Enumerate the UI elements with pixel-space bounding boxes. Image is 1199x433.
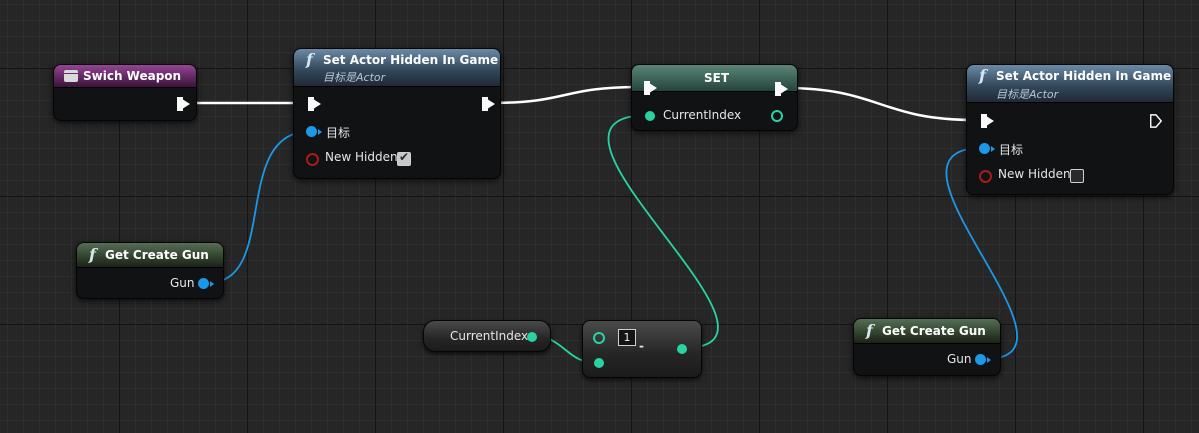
exec-in-pin[interactable] (644, 81, 657, 95)
subtract-output-pin[interactable] (677, 344, 687, 354)
set-actor-hidden-node-1[interactable]: f Set Actor Hidden In Game 目标是Actor 目标 N… (293, 48, 501, 179)
node-title: SET (704, 71, 730, 85)
target-pin[interactable] (979, 143, 995, 154)
switch-weapon-event-node[interactable]: Swich Weapon (53, 64, 197, 121)
new-hidden-label: New Hidden (998, 167, 1071, 181)
currentindex-get-node[interactable]: CurrentIndex (423, 320, 551, 352)
subtract-operator: - (639, 339, 644, 353)
set-currentindex-node[interactable]: SET CurrentIndex (631, 64, 798, 131)
function-icon: f (866, 321, 873, 340)
subtract-a-value[interactable]: 1 (618, 329, 636, 346)
node-title: Swich Weapon (83, 69, 182, 83)
currentindex-get-label: CurrentIndex (450, 329, 529, 343)
subtract-b-pin[interactable] (594, 358, 604, 368)
exec-wire-set-to-set-hidden-2 (784, 86, 976, 122)
currentindex-label: CurrentIndex (663, 108, 742, 122)
new-hidden-label: New Hidden (325, 150, 398, 164)
exec-in-pin[interactable] (981, 114, 994, 128)
function-icon: f (979, 66, 986, 85)
int-wire-subtract-to-set (607, 114, 719, 349)
exec-out-pin[interactable] (1149, 114, 1163, 128)
exec-out-pin[interactable] (177, 97, 190, 111)
new-hidden-checkbox[interactable] (1070, 169, 1084, 183)
get-create-gun-node-2[interactable]: f Get Create Gun Gun (853, 318, 1001, 376)
node-title: Set Actor Hidden In Game (323, 53, 499, 67)
currentindex-out-pin[interactable] (771, 110, 783, 122)
subtract-node[interactable]: 1 - (582, 320, 702, 378)
node-subtitle: 目标是Actor (996, 88, 1059, 101)
node-subtitle: 目标是Actor (323, 71, 386, 84)
gun-output-pin[interactable] (198, 278, 214, 289)
subtract-a-pin[interactable] (593, 332, 605, 344)
target-label: 目标 (999, 143, 1024, 157)
node-title: Get Create Gun (882, 324, 986, 338)
get-create-gun-node-1[interactable]: f Get Create Gun Gun (76, 242, 224, 299)
node-title: Get Create Gun (105, 248, 209, 262)
exec-in-pin[interactable] (308, 97, 321, 111)
function-icon: f (89, 245, 96, 264)
exec-out-pin[interactable] (775, 82, 788, 96)
currentindex-out-pin[interactable] (527, 332, 537, 342)
node-title: Set Actor Hidden In Game (996, 69, 1172, 83)
gun-output-label: Gun (947, 352, 972, 366)
currentindex-in-pin[interactable] (645, 111, 655, 121)
exec-out-pin[interactable] (482, 97, 495, 111)
gun-output-pin[interactable] (975, 354, 991, 365)
new-hidden-pin[interactable] (306, 153, 319, 166)
new-hidden-checkbox[interactable] (397, 150, 411, 166)
event-icon (64, 70, 78, 82)
new-hidden-pin[interactable] (979, 170, 992, 183)
gun-output-label: Gun (170, 276, 195, 290)
target-pin[interactable] (306, 126, 322, 137)
set-actor-hidden-node-2[interactable]: f Set Actor Hidden In Game 目标是Actor 目标 N… (966, 64, 1174, 195)
function-icon: f (306, 50, 313, 69)
target-label: 目标 (326, 126, 351, 140)
exec-wire-set-hidden-to-set (489, 85, 641, 105)
